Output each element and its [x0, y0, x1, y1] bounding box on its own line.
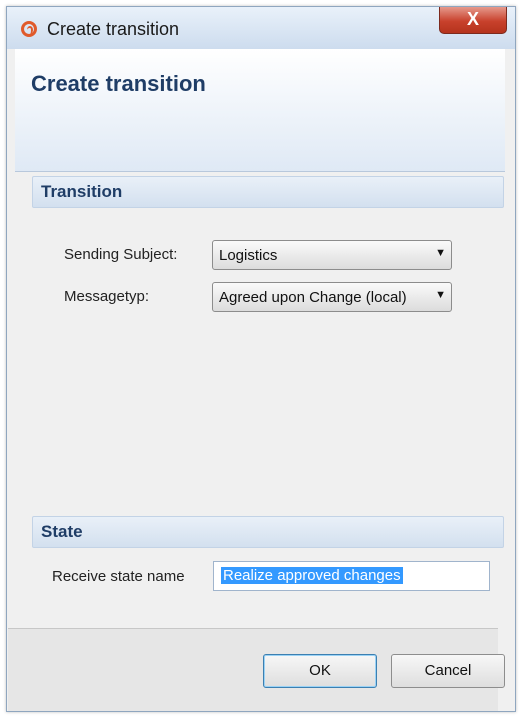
ok-button[interactable]: OK	[263, 654, 377, 688]
messagetype-label: Messagetyp:	[64, 288, 150, 305]
title-bar: Create transition X	[7, 7, 515, 49]
receive-state-label: Receive state name	[52, 568, 185, 585]
chevron-down-icon: ▼	[435, 289, 446, 301]
state-section-header: State	[32, 516, 504, 548]
sending-subject-value: Logistics	[219, 247, 278, 264]
header-panel: Create transition	[15, 49, 505, 172]
sending-subject-label: Sending Subject:	[64, 246, 178, 263]
page-title: Create transition	[31, 71, 206, 96]
state-section-title: State	[41, 522, 83, 541]
sending-subject-select[interactable]: Logistics ▼	[212, 240, 452, 270]
dialog-footer: OK Cancel	[8, 628, 505, 711]
receive-state-value: Realize approved changes	[221, 567, 403, 584]
app-logo-icon	[21, 21, 37, 37]
close-button[interactable]: X	[439, 7, 507, 34]
transition-section-title: Transition	[41, 182, 123, 201]
messagetype-select[interactable]: Agreed upon Change (local) ▼	[212, 282, 452, 312]
transition-section-header: Transition	[32, 176, 504, 208]
dialog-window: Create transition X Create transition	[6, 6, 516, 712]
receive-state-input[interactable]: Realize approved changes	[213, 561, 490, 591]
window-title: Create transition	[47, 19, 180, 39]
messagetype-value: Agreed upon Change (local)	[219, 289, 407, 306]
cancel-button[interactable]: Cancel	[391, 654, 505, 688]
chevron-down-icon: ▼	[435, 247, 446, 259]
